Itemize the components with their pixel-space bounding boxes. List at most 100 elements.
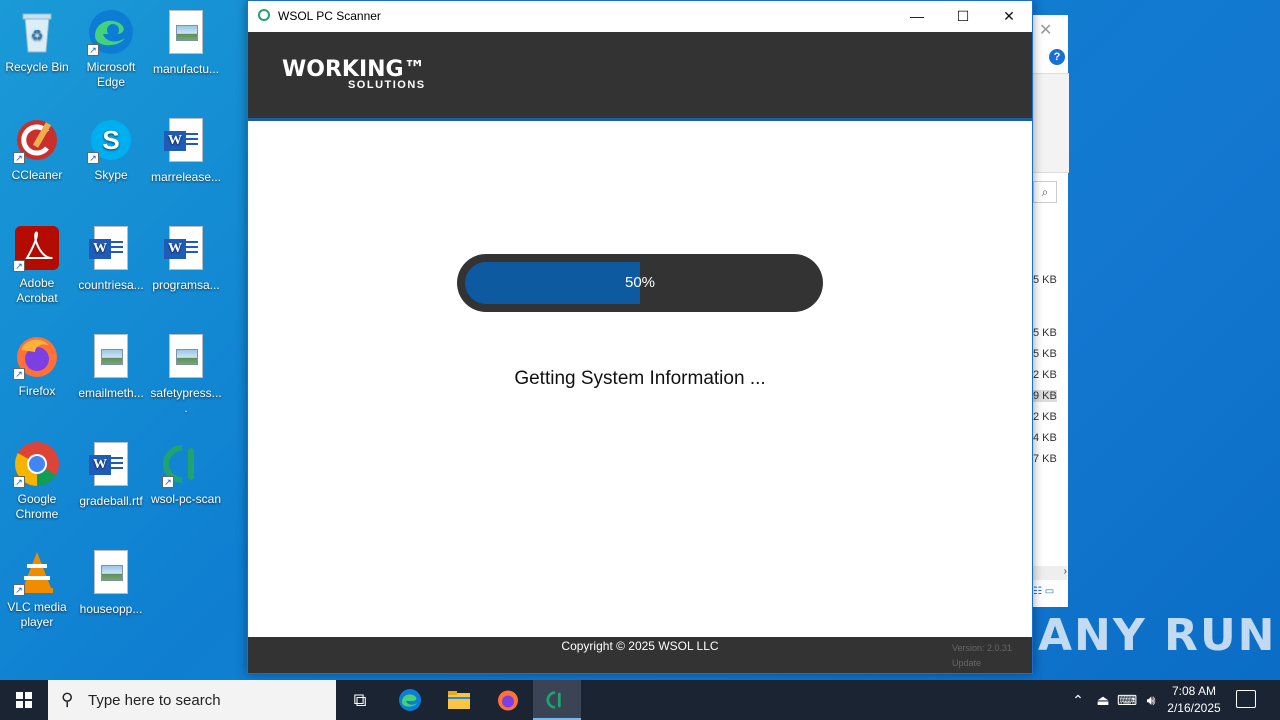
file-size: 9 KB — [1033, 390, 1057, 402]
taskbar-clock[interactable]: 7:08 AM 2/16/2025 — [1158, 683, 1230, 717]
desktop-icon-countriesa[interactable]: W countriesa... — [74, 224, 148, 293]
close-icon[interactable]: ✕ — [1039, 20, 1052, 40]
desktop-icon-houseopp[interactable]: houseopp... — [74, 548, 148, 617]
taskbar-wsol-pc-scanner[interactable] — [533, 680, 581, 720]
desktop-icon-manufactu[interactable]: manufactu... — [149, 8, 223, 77]
update-link[interactable]: Update — [952, 656, 1012, 671]
desktop-icon-programsa[interactable]: W programsa... — [149, 224, 223, 293]
taskbar-firefox[interactable] — [484, 680, 532, 720]
shortcut-arrow-icon: ↗ — [13, 476, 25, 488]
icon-label: wsol-pc-scan — [150, 492, 222, 506]
taskbar: ⚲ Type here to search ⧉ ⌃ ⏏ ⌨ 🔊︎ 7:08 AM… — [0, 680, 1280, 720]
version-text: Version: 2.0.31 — [952, 643, 1013, 653]
desktop-icon-emailmeth[interactable]: emailmeth... — [74, 332, 148, 401]
icon-label: Recycle Bin — [5, 60, 69, 74]
taskbar-file-explorer[interactable] — [435, 680, 483, 720]
main-content: 50% Getting System Information ... — [248, 124, 1032, 637]
skype-icon: S ↗ — [87, 116, 135, 164]
progress-label: 50% — [624, 274, 656, 291]
shortcut-arrow-icon: ↗ — [13, 260, 25, 272]
search-icon[interactable]: ⌕ — [1033, 181, 1057, 203]
desktop-icon-marrelease[interactable]: W marrelease... — [149, 116, 223, 185]
recycle-bin-icon: ♻ — [13, 8, 61, 56]
image-file-icon — [162, 334, 210, 382]
icon-label: emailmeth... — [78, 386, 144, 400]
vlc-icon: ↗ — [13, 548, 61, 596]
image-file-icon — [87, 334, 135, 382]
icon-label: Skype — [94, 168, 128, 182]
icon-label: manufactu... — [152, 62, 220, 76]
wsol-app-icon — [546, 691, 561, 709]
maximize-button[interactable]: ☐ — [940, 1, 986, 32]
view-toggle[interactable]: ☷ ▭ — [1033, 586, 1067, 604]
ribbon-strip — [1031, 73, 1069, 173]
wsol-app-icon — [258, 9, 270, 21]
wsol-pc-scanner-window[interactable]: WSOL PC Scanner — ☐ ✕ WORKING™ SOLUTIONS… — [247, 0, 1033, 674]
taskbar-search-box[interactable]: ⚲ Type here to search — [48, 680, 336, 720]
desktop-icon-recycle-bin[interactable]: ♻ Recycle Bin — [0, 8, 74, 75]
desktop-icon-skype[interactable]: S ↗ Skype — [74, 116, 148, 183]
icon-label: programsa... — [152, 278, 220, 292]
title-bar[interactable]: WSOL PC Scanner — ☐ ✕ — [248, 1, 1032, 32]
icon-label: Firefox — [18, 384, 56, 398]
chevron-up-icon[interactable]: ⌃ — [1068, 680, 1088, 720]
icon-label: Microsoft Edge — [86, 60, 136, 89]
icon-label: VLC media player — [7, 600, 67, 629]
shortcut-arrow-icon: ↗ — [87, 152, 99, 164]
desktop-icon-gradeball[interactable]: W gradeball.rtf — [74, 440, 148, 509]
word-document-icon: W — [87, 226, 135, 274]
app-footer: Copyright © 2025 WSOL LLC Version: 2.0.3… — [248, 637, 1032, 673]
firefox-icon — [498, 690, 518, 711]
start-button[interactable] — [0, 680, 48, 720]
file-size: 5 KB — [1033, 274, 1057, 286]
edge-icon — [399, 689, 421, 711]
close-button[interactable]: ✕ — [986, 1, 1032, 32]
app-header: WORKING™ SOLUTIONS — [248, 32, 1032, 121]
search-icon: ⚲ — [61, 690, 74, 709]
help-icon[interactable]: ? — [1049, 49, 1065, 65]
background-explorer-window[interactable]: ✕ ? ⌕ 5 KB 5 KB 5 KB 2 KB 9 KB 2 KB 4 KB… — [1030, 15, 1069, 607]
chevron-right-icon[interactable]: › — [1064, 566, 1067, 577]
desktop-icon-vlc[interactable]: ↗ VLC media player — [0, 548, 74, 630]
adobe-acrobat-icon: ↗ — [13, 224, 61, 272]
icon-label: marrelease... — [150, 170, 222, 184]
chrome-icon: ↗ — [13, 440, 61, 488]
ccleaner-icon: ↗ — [13, 116, 61, 164]
icon-label: safetypress.... — [150, 386, 222, 415]
wsol-app-icon: ↗ — [162, 440, 210, 488]
svg-text:S: S — [102, 125, 119, 155]
desktop-icon-wsol-pc-scan[interactable]: ↗ wsol-pc-scan — [149, 440, 223, 507]
network-icon[interactable]: ⌨ — [1116, 680, 1138, 720]
desktop-icon-ccleaner[interactable]: ↗ CCleaner — [0, 116, 74, 183]
icon-label: CCleaner — [11, 168, 63, 182]
firefox-icon: ↗ — [13, 332, 61, 380]
file-size: 2 KB — [1033, 411, 1057, 423]
clock-date: 2/16/2025 — [1167, 701, 1221, 715]
usb-device-icon[interactable]: ⏏ — [1092, 680, 1114, 720]
file-size: 4 KB — [1033, 432, 1057, 444]
clock-time: 7:08 AM — [1171, 684, 1217, 698]
window-title: WSOL PC Scanner — [278, 9, 381, 23]
minimize-button[interactable]: — — [894, 1, 940, 32]
taskbar-edge[interactable] — [386, 680, 434, 720]
image-file-icon — [87, 550, 135, 598]
folder-icon — [448, 691, 470, 709]
desktop-icon-adobe-acrobat[interactable]: ↗ Adobe Acrobat — [0, 224, 74, 306]
version-info: Version: 2.0.31 Update — [952, 641, 1012, 671]
desktop-icon-safetypress[interactable]: safetypress.... — [149, 332, 223, 416]
windows-logo-icon — [16, 692, 32, 708]
desktop-icon-firefox[interactable]: ↗ Firefox — [0, 332, 74, 399]
desktop-icon-google-chrome[interactable]: ↗ Google Chrome — [0, 440, 74, 522]
icon-label: Google Chrome — [15, 492, 59, 521]
status-text: Getting System Information ... — [514, 368, 766, 389]
notification-icon[interactable] — [1236, 690, 1256, 708]
icon-label: gradeball.rtf — [79, 494, 143, 508]
shortcut-arrow-icon: ↗ — [162, 476, 174, 488]
task-view-button[interactable]: ⧉ — [336, 680, 384, 720]
anyrun-watermark: ANY RUN — [1038, 610, 1277, 661]
working-solutions-logo: WORKING™ SOLUTIONS — [282, 57, 426, 92]
desktop-icon-microsoft-edge[interactable]: ↗ Microsoft Edge — [74, 8, 148, 90]
word-document-icon: W — [162, 118, 210, 166]
horizontal-scrollbar[interactable]: › — [1033, 566, 1067, 580]
task-view-icon: ⧉ — [353, 690, 367, 710]
